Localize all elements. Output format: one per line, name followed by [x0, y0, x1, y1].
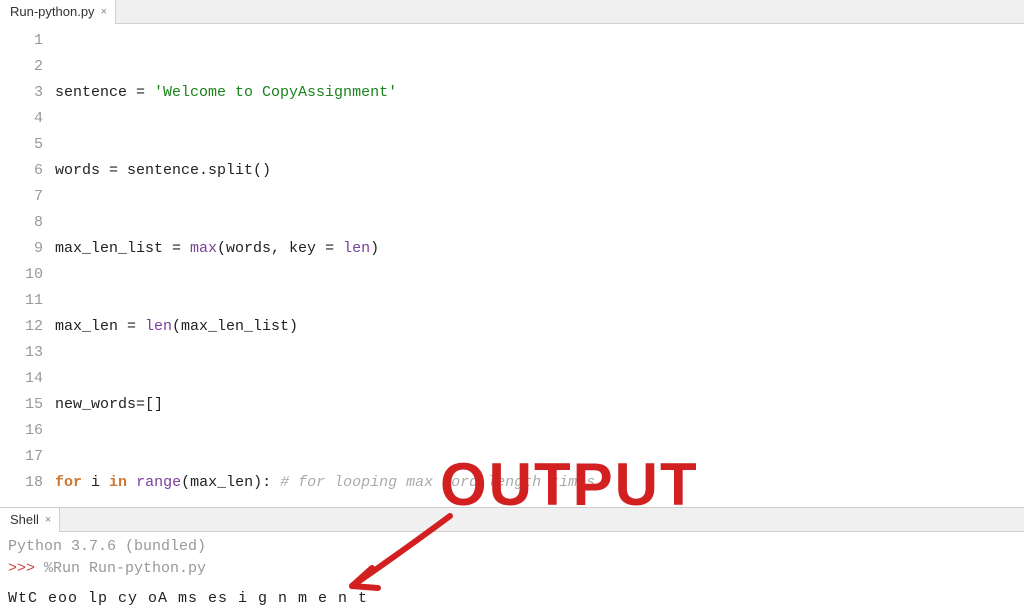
- editor-tab-bar: Run-python.py ×: [0, 0, 1024, 24]
- line-number: 16: [4, 418, 43, 444]
- shell-output: WtC eoo lp cy oA ms es i g n m e n t: [8, 580, 1016, 610]
- code-line: max_len = len(max_len_list): [55, 314, 1024, 340]
- shell-prompt: >>>: [8, 560, 44, 577]
- line-number: 14: [4, 366, 43, 392]
- line-number: 4: [4, 106, 43, 132]
- line-number: 1: [4, 28, 43, 54]
- shell-tab[interactable]: Shell ×: [0, 508, 60, 532]
- shell-version: Python 3.7.6 (bundled): [8, 536, 1016, 558]
- tab-label: Run-python.py: [10, 4, 95, 19]
- code-area[interactable]: sentence = 'Welcome to CopyAssignment' w…: [55, 24, 1024, 507]
- code-editor[interactable]: 1 2 3 4 5 6 7 8 9 10 11 12 13 14 15 16 1…: [0, 24, 1024, 507]
- line-number: 18: [4, 470, 43, 496]
- editor-tab[interactable]: Run-python.py ×: [0, 0, 116, 24]
- line-number: 3: [4, 80, 43, 106]
- line-number: 5: [4, 132, 43, 158]
- shell-command: %Run Run-python.py: [44, 560, 206, 577]
- line-number: 2: [4, 54, 43, 80]
- line-number: 13: [4, 340, 43, 366]
- code-line: sentence = 'Welcome to CopyAssignment': [55, 80, 1024, 106]
- code-line: new_words=[]: [55, 392, 1024, 418]
- code-line: max_len_list = max(words, key = len): [55, 236, 1024, 262]
- close-icon[interactable]: ×: [101, 6, 107, 18]
- shell-command-line: >>> %Run Run-python.py: [8, 558, 1016, 580]
- tab-label: Shell: [10, 512, 39, 527]
- shell-tab-bar: Shell ×: [0, 508, 1024, 532]
- shell-body[interactable]: Python 3.7.6 (bundled) >>> %Run Run-pyth…: [0, 532, 1024, 616]
- line-number: 12: [4, 314, 43, 340]
- line-number: 7: [4, 184, 43, 210]
- line-number: 15: [4, 392, 43, 418]
- line-number: 17: [4, 444, 43, 470]
- close-icon[interactable]: ×: [45, 514, 51, 526]
- line-number: 8: [4, 210, 43, 236]
- line-number: 6: [4, 158, 43, 184]
- line-number: 10: [4, 262, 43, 288]
- shell-panel: Shell × Python 3.7.6 (bundled) >>> %Run …: [0, 507, 1024, 616]
- line-number: 11: [4, 288, 43, 314]
- line-number: 9: [4, 236, 43, 262]
- code-line: words = sentence.split(): [55, 158, 1024, 184]
- code-line: for i in range(max_len): # for looping m…: [55, 470, 1024, 496]
- line-number-gutter: 1 2 3 4 5 6 7 8 9 10 11 12 13 14 15 16 1…: [0, 24, 55, 507]
